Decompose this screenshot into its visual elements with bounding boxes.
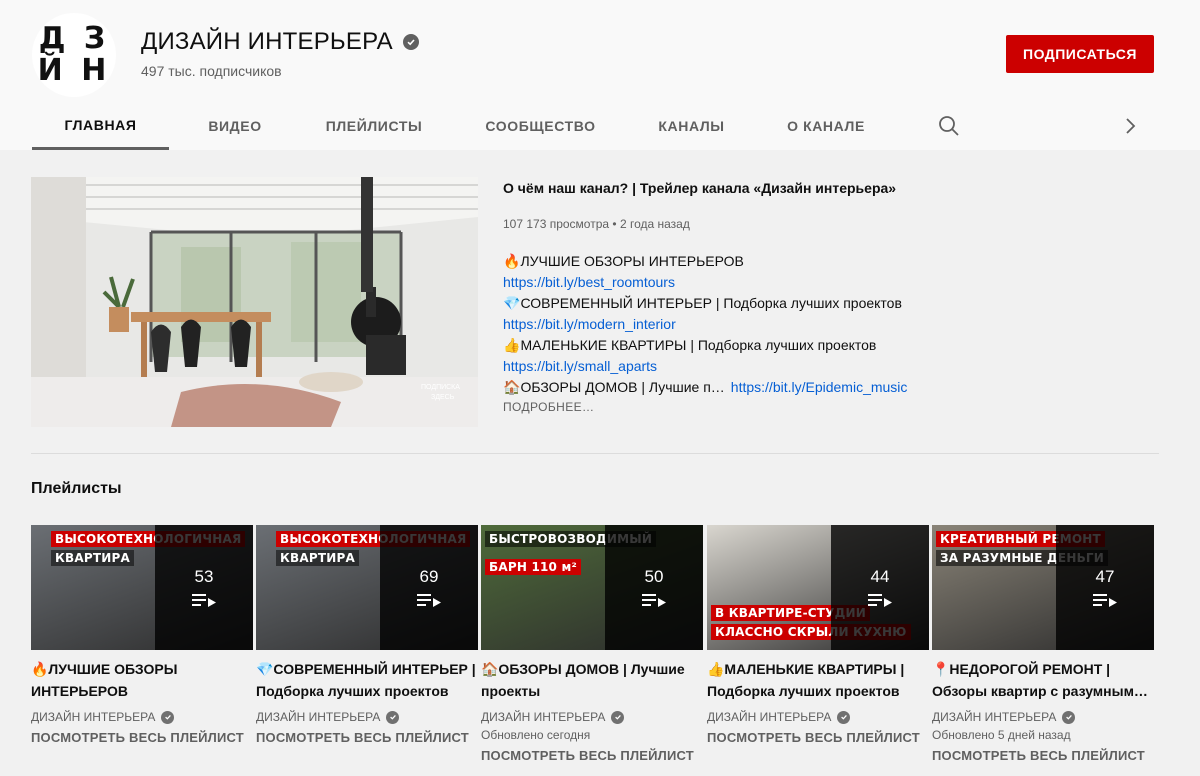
verified-check-icon bbox=[402, 34, 419, 50]
subscriber-count: 497 тыс. подписчиков bbox=[141, 63, 282, 79]
playlist-updated: Обновлено 5 дней назад bbox=[932, 728, 1071, 742]
thumbs-up-icon: 👍 bbox=[503, 337, 521, 353]
playlist-play-icon bbox=[868, 593, 892, 607]
verified-check-icon bbox=[161, 710, 175, 724]
verified-check-icon bbox=[386, 710, 400, 724]
playlist-channel[interactable]: ДИЗАЙН ИНТЕРЬЕРА bbox=[707, 710, 929, 724]
avatar-line-1: Д З bbox=[38, 21, 110, 56]
playlist-thumbnail[interactable]: БЫСТРОВОЗВОДИМЫЙ БАРН 110 м² 50 bbox=[481, 525, 703, 650]
playlist-card[interactable]: БЫСТРОВОЗВОДИМЫЙ БАРН 110 м² 50 🏠ОБЗОРЫ … bbox=[481, 525, 703, 763]
playlist-title[interactable]: 🏠ОБЗОРЫ ДОМОВ | Лучшие проекты bbox=[481, 658, 703, 702]
playlist-channel[interactable]: ДИЗАЙН ИНТЕРЬЕРА bbox=[481, 710, 703, 724]
thumbnail-banner-2: КВАРТИРА bbox=[51, 550, 134, 566]
tab-home[interactable]: ГЛАВНАЯ bbox=[32, 102, 169, 150]
tab-videos[interactable]: ВИДЕО bbox=[175, 102, 295, 150]
playlist-overlay: 50 bbox=[605, 525, 703, 650]
verified-check-icon bbox=[611, 710, 625, 724]
trailer-age: 2 года назад bbox=[619, 217, 690, 231]
view-full-playlist-link[interactable]: ПОСМОТРЕТЬ ВЕСЬ ПЛЕЙЛИСТ bbox=[481, 748, 703, 763]
view-full-playlist-link[interactable]: ПОСМОТРЕТЬ ВЕСЬ ПЛЕЙЛИСТ bbox=[707, 730, 929, 745]
playlist-updated: Обновлено сегодня bbox=[481, 728, 591, 742]
trailer-watermark-2: ЗДЕСЬ bbox=[431, 394, 455, 401]
gem-icon: 💎 bbox=[503, 295, 521, 311]
fire-icon: 🔥 bbox=[503, 253, 521, 269]
tab-playlists[interactable]: ПЛЕЙЛИСТЫ bbox=[295, 102, 453, 150]
more-button[interactable]: ПОДРОБНЕЕ… bbox=[503, 400, 594, 414]
playlist-video-count: 44 bbox=[870, 566, 890, 586]
section-divider bbox=[31, 453, 1159, 454]
playlist-card[interactable]: ВЫСОКОТЕХНОЛОГИЧНАЯ КВАРТИРА 53 🔥ЛУЧШИЕ … bbox=[31, 525, 253, 745]
verified-check-icon bbox=[837, 710, 851, 724]
playlists-section-title[interactable]: Плейлисты bbox=[31, 480, 122, 498]
playlist-channel[interactable]: ДИЗАЙН ИНТЕРЬЕРА bbox=[31, 710, 253, 724]
tab-community[interactable]: СООБЩЕСТВО bbox=[453, 102, 628, 150]
playlist-title[interactable]: 📍НЕДОРОГОЙ РЕМОНТ | Обзоры квартир с разу… bbox=[932, 658, 1154, 702]
desc-line: 🔥ЛУЧШИЕ ОБЗОРЫ ИНТЕРЬЕРОВ bbox=[503, 251, 943, 272]
desc-line: 💎СОВРЕМЕННЫЙ ИНТЕРЬЕР | Подборка лучших … bbox=[503, 293, 943, 314]
tab-channels[interactable]: КАНАЛЫ bbox=[628, 102, 755, 150]
view-full-playlist-link[interactable]: ПОСМОТРЕТЬ ВЕСЬ ПЛЕЙЛИСТ bbox=[31, 730, 253, 745]
desc-line: 👍МАЛЕНЬКИЕ КВАРТИРЫ | Подборка лучших пр… bbox=[503, 335, 943, 356]
trailer-views: 107 173 просмотра bbox=[503, 217, 610, 231]
trailer-description: 🔥ЛУЧШИЕ ОБЗОРЫ ИНТЕРЬЕРОВ https://bit.ly… bbox=[503, 251, 943, 398]
trailer-title[interactable]: О чём наш канал? | Трейлер канала «Дизай… bbox=[503, 180, 896, 196]
view-full-playlist-link[interactable]: ПОСМОТРЕТЬ ВЕСЬ ПЛЕЙЛИСТ bbox=[932, 748, 1154, 763]
playlist-thumbnail[interactable]: ВЫСОКОТЕХНОЛОГИЧНАЯ КВАРТИРА 69 bbox=[256, 525, 478, 650]
playlist-play-icon bbox=[642, 593, 666, 607]
subscribe-button[interactable]: ПОДПИСАТЬСЯ bbox=[1006, 35, 1154, 73]
chevron-right-icon[interactable] bbox=[1120, 115, 1140, 137]
channel-name-row: ДИЗАЙН ИНТЕРЬЕРА bbox=[141, 28, 419, 56]
thumbnail-banner-2: БАРН 110 м² bbox=[485, 559, 581, 575]
playlist-title[interactable]: 💎СОВРЕМЕННЫЙ ИНТЕРЬЕР | Подборка лучших п… bbox=[256, 658, 478, 702]
view-full-playlist-link[interactable]: ПОСМОТРЕТЬ ВЕСЬ ПЛЕЙЛИСТ bbox=[256, 730, 478, 745]
playlist-thumbnail[interactable]: КРЕАТИВНЫЙ РЕМОНТ ЗА РАЗУМНЫЕ ДЕНЬГИ 47 bbox=[932, 525, 1154, 650]
playlist-video-count: 47 bbox=[1095, 566, 1115, 586]
desc-link[interactable]: https://bit.ly/small_aparts bbox=[503, 356, 943, 377]
playlist-play-icon bbox=[417, 593, 441, 607]
desc-link[interactable]: https://bit.ly/modern_interior bbox=[503, 314, 943, 335]
channel-name: ДИЗАЙН ИНТЕРЬЕРА bbox=[141, 28, 393, 55]
desc-line: 🏠ОБЗОРЫ ДОМОВ | Лучшие п… https://bit.ly/… bbox=[503, 377, 943, 398]
verified-check-icon bbox=[1062, 710, 1076, 724]
playlist-overlay: 44 bbox=[831, 525, 929, 650]
desc-text: ОБЗОРЫ ДОМОВ | Лучшие п… bbox=[520, 379, 725, 395]
channel-avatar[interactable]: Д З Й Н bbox=[32, 13, 116, 97]
playlist-video-count: 53 bbox=[194, 566, 214, 586]
desc-text: МАЛЕНЬКИЕ КВАРТИРЫ | Подборка лучших про… bbox=[520, 337, 877, 353]
playlist-thumbnail[interactable]: В КВАРТИРЕ-СТУДИИ КЛАССНО СКРЫЛИ КУХНЮ 4… bbox=[707, 525, 929, 650]
playlist-overlay: 69 bbox=[380, 525, 478, 650]
desc-link[interactable]: https://bit.ly/best_roomtours bbox=[503, 272, 943, 293]
trailer-thumbnail[interactable]: ПОДПИСКА ЗДЕСЬ bbox=[31, 177, 478, 427]
desc-link[interactable]: https://bit.ly/Epidemic_music bbox=[731, 379, 908, 395]
playlist-overlay: 53 bbox=[155, 525, 253, 650]
playlist-play-icon bbox=[1093, 593, 1117, 607]
playlist-card[interactable]: ВЫСОКОТЕХНОЛОГИЧНАЯ КВАРТИРА 69 💎СОВРЕМЕ… bbox=[256, 525, 478, 745]
playlist-card[interactable]: КРЕАТИВНЫЙ РЕМОНТ ЗА РАЗУМНЫЕ ДЕНЬГИ 47 … bbox=[932, 525, 1154, 763]
avatar-line-2: Й Н bbox=[37, 53, 111, 88]
playlist-thumbnail[interactable]: ВЫСОКОТЕХНОЛОГИЧНАЯ КВАРТИРА 53 bbox=[31, 525, 253, 650]
channel-header: Д З Й Н ДИЗАЙН ИНТЕРЬЕРА 497 тыс. подпис… bbox=[0, 0, 1200, 150]
playlist-channel[interactable]: ДИЗАЙН ИНТЕРЬЕРА bbox=[256, 710, 478, 724]
house-icon: 🏠 bbox=[503, 379, 521, 395]
desc-text: ЛУЧШИЕ ОБЗОРЫ ИНТЕРЬЕРОВ bbox=[520, 253, 744, 269]
trailer-meta: 107 173 просмотра • 2 года назад bbox=[503, 217, 690, 231]
playlist-video-count: 50 bbox=[644, 566, 664, 586]
desc-text: СОВРЕМЕННЫЙ ИНТЕРЬЕР | Подборка лучших п… bbox=[520, 295, 902, 311]
tab-about[interactable]: О КАНАЛЕ bbox=[755, 102, 897, 150]
playlist-channel[interactable]: ДИЗАЙН ИНТЕРЬЕРА bbox=[932, 710, 1154, 724]
playlist-play-icon bbox=[192, 593, 216, 607]
trailer-watermark-1: ПОДПИСКА bbox=[421, 384, 460, 391]
playlist-title[interactable]: 👍МАЛЕНЬКИЕ КВАРТИРЫ | Подборка лучших про… bbox=[707, 658, 929, 702]
channel-tabs: ГЛАВНАЯ ВИДЕО ПЛЕЙЛИСТЫ СООБЩЕСТВО КАНАЛ… bbox=[32, 102, 897, 150]
playlist-title[interactable]: 🔥ЛУЧШИЕ ОБЗОРЫ ИНТЕРЬЕРОВ bbox=[31, 658, 253, 702]
playlist-card[interactable]: В КВАРТИРЕ-СТУДИИ КЛАССНО СКРЫЛИ КУХНЮ 4… bbox=[707, 525, 929, 745]
playlist-video-count: 69 bbox=[419, 566, 439, 586]
search-icon[interactable] bbox=[938, 115, 960, 137]
playlist-overlay: 47 bbox=[1056, 525, 1154, 650]
thumbnail-banner-2: КВАРТИРА bbox=[276, 550, 359, 566]
